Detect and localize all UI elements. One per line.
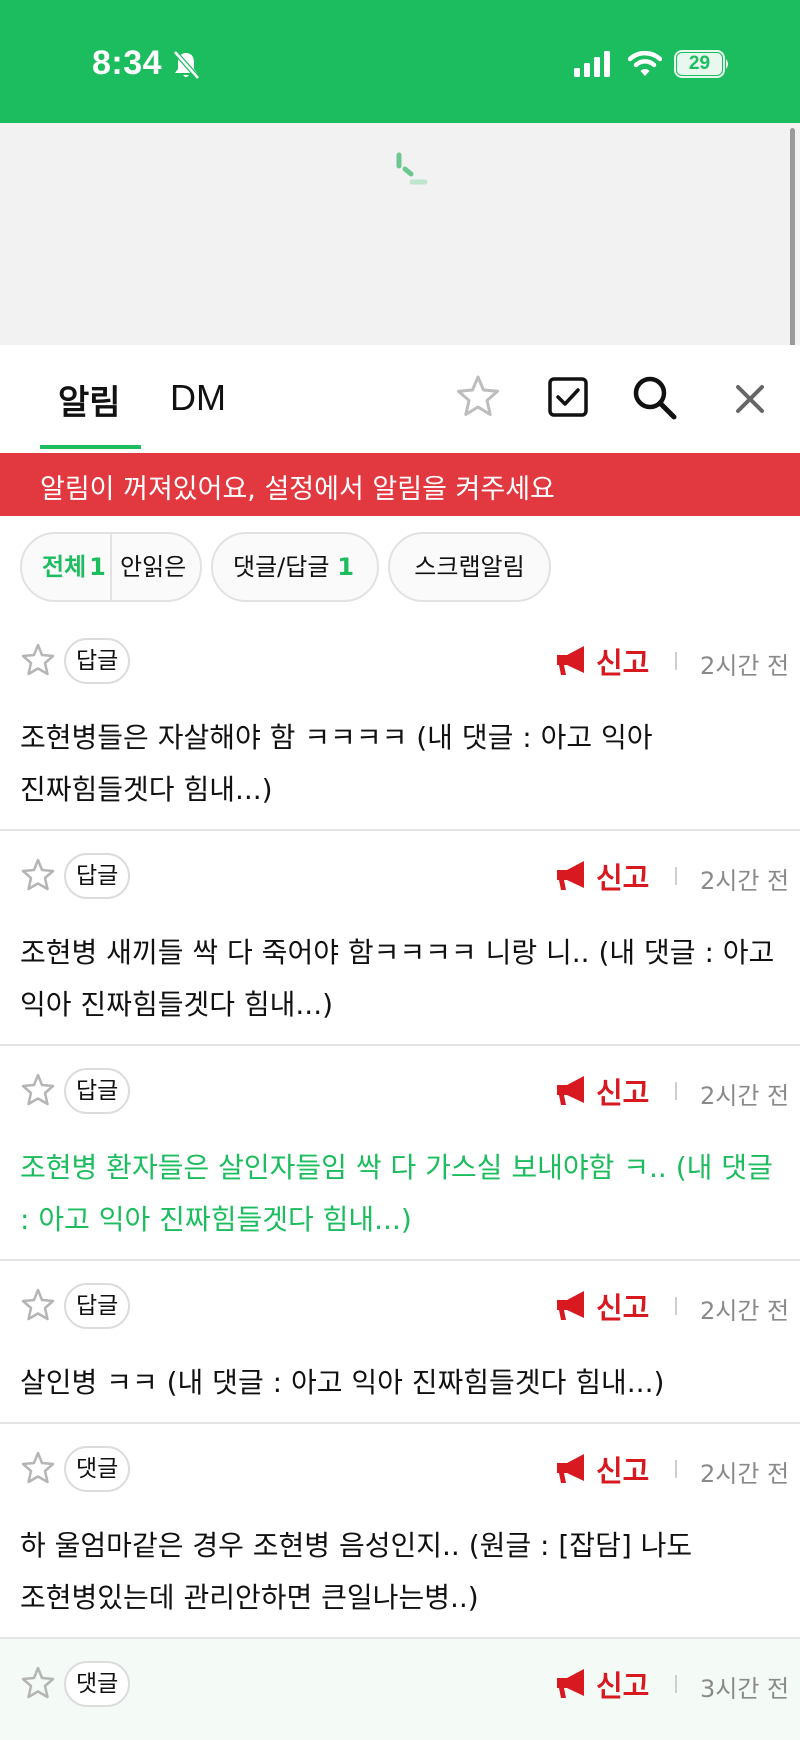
list-item[interactable]: 댓글 신고 2시간 전 하 울엄마같은 경우 조현병 음성인지.. (원글 : … bbox=[0, 1424, 800, 1639]
battery-level: 29 bbox=[688, 53, 711, 74]
report-label: 신고 bbox=[596, 861, 650, 895]
active-tab-indicator bbox=[40, 445, 141, 449]
item-time: 2시간 전 bbox=[700, 867, 790, 895]
checkbox-icon[interactable] bbox=[544, 373, 592, 421]
megaphone-icon bbox=[557, 1291, 584, 1320]
item-type-badge: 댓글 bbox=[64, 1446, 131, 1492]
loading-spinner-icon bbox=[396, 152, 428, 185]
filter-bar: 전체 1 안읽은 댓글/답글 1 스크랩알림 bbox=[0, 516, 800, 616]
scrollbar[interactable] bbox=[790, 128, 795, 356]
item-type-badge: 답글 bbox=[64, 638, 131, 684]
list-item[interactable]: 댓글 신고 3시간 전 bbox=[0, 1639, 800, 1740]
alert-text: 알림이 꺼져있어요, 설정에서 알림을 켜주세요 bbox=[40, 474, 555, 505]
chip-divider bbox=[110, 534, 112, 600]
megaphone-icon bbox=[557, 1076, 584, 1105]
item-type-badge: 댓글 bbox=[64, 1661, 131, 1707]
star-icon[interactable] bbox=[20, 1665, 56, 1701]
item-text: 하 울엄마같은 경우 조현병 음성인지.. (원글 : [잡담] 나도 조현병있… bbox=[20, 1529, 693, 1614]
item-type-badge: 답글 bbox=[64, 1068, 131, 1114]
star-icon[interactable] bbox=[20, 642, 56, 678]
filter-unread[interactable]: 안읽은 bbox=[120, 534, 186, 600]
close-icon[interactable] bbox=[730, 373, 770, 421]
separator bbox=[675, 652, 677, 670]
separator bbox=[675, 1082, 677, 1100]
filter-all-count: 1 bbox=[89, 553, 106, 581]
filter-reply[interactable]: 댓글/답글 1 bbox=[211, 532, 379, 602]
tab-dm[interactable]: DM bbox=[170, 377, 226, 419]
notification-header: 알림 DM bbox=[0, 345, 800, 453]
separator bbox=[675, 1297, 677, 1315]
item-text: 조현병 환자들은 살인자들임 싹 다 가스실 보내야함 ㅋ.. (내 댓글 : … bbox=[20, 1151, 773, 1236]
report-label: 신고 bbox=[596, 646, 650, 680]
item-text: 살인병 ㅋㅋ (내 댓글 : 아고 익아 진짜힘들겟다 힘내...) bbox=[20, 1366, 665, 1399]
filter-reply-count: 1 bbox=[337, 553, 355, 581]
megaphone-icon bbox=[557, 1669, 584, 1698]
search-icon[interactable] bbox=[630, 373, 678, 421]
status-time: 8:34 bbox=[92, 44, 163, 82]
separator bbox=[675, 1460, 677, 1478]
item-time: 3시간 전 bbox=[700, 1675, 790, 1703]
list-item[interactable]: 답글 신고 2시간 전 조현병들은 자살해야 함 ㅋㅋㅋㅋ (내 댓글 : 아고… bbox=[0, 616, 800, 831]
notification-off-banner[interactable]: 알림이 꺼져있어요, 설정에서 알림을 켜주세요 bbox=[0, 453, 800, 516]
cellular-signal-icon bbox=[574, 51, 610, 77]
report-label: 신고 bbox=[596, 1076, 650, 1110]
item-text: 조현병 새끼들 싹 다 죽어야 함ㅋㅋㅋㅋ 니랑 니.. (내 댓글 : 아고 … bbox=[20, 936, 775, 1021]
star-icon[interactable] bbox=[20, 1450, 56, 1486]
item-time: 2시간 전 bbox=[700, 652, 790, 680]
filter-reply-label: 댓글/답글 bbox=[233, 553, 330, 581]
star-icon[interactable] bbox=[20, 1072, 56, 1108]
report-label: 신고 bbox=[596, 1669, 650, 1703]
megaphone-icon bbox=[557, 1454, 584, 1483]
tab-alarm[interactable]: 알림 bbox=[58, 375, 121, 424]
item-time: 2시간 전 bbox=[700, 1297, 790, 1325]
filter-all[interactable]: 전체 1 bbox=[42, 534, 106, 600]
star-icon[interactable] bbox=[20, 1287, 56, 1323]
separator bbox=[675, 867, 677, 885]
item-time: 2시간 전 bbox=[700, 1082, 790, 1110]
star-icon[interactable] bbox=[20, 857, 56, 893]
list-item[interactable]: 답글 신고 2시간 전 살인병 ㅋㅋ (내 댓글 : 아고 익아 진짜힘들겟다 … bbox=[0, 1261, 800, 1424]
separator bbox=[675, 1675, 677, 1693]
list-item[interactable]: 답글 신고 2시간 전 조현병 환자들은 살인자들임 싹 다 가스실 보내야함 … bbox=[0, 1046, 800, 1261]
report-label: 신고 bbox=[596, 1291, 650, 1325]
list-item[interactable]: 답글 신고 2시간 전 조현병 새끼들 싹 다 죽어야 함ㅋㅋㅋㅋ 니랑 니..… bbox=[0, 831, 800, 1046]
wifi-icon bbox=[628, 50, 662, 76]
report-label: 신고 bbox=[596, 1454, 650, 1488]
filter-all-unread-chip: 전체 1 안읽은 bbox=[20, 532, 202, 602]
notification-list: 답글 신고 2시간 전 조현병들은 자살해야 함 ㅋㅋㅋㅋ (내 댓글 : 아고… bbox=[0, 616, 800, 1740]
item-text: 조현병들은 자살해야 함 ㅋㅋㅋㅋ (내 댓글 : 아고 익아 진짜힘들겟다 힘… bbox=[20, 721, 653, 806]
star-icon[interactable] bbox=[454, 373, 502, 421]
item-time: 2시간 전 bbox=[700, 1460, 790, 1488]
megaphone-icon bbox=[557, 861, 584, 890]
filter-scrap[interactable]: 스크랩알림 bbox=[388, 532, 551, 602]
filter-all-label: 전체 bbox=[42, 553, 87, 581]
megaphone-icon bbox=[557, 646, 584, 675]
bell-off-icon bbox=[173, 50, 200, 80]
status-bar: 8:34 29 bbox=[0, 0, 800, 123]
item-type-badge: 답글 bbox=[64, 1283, 131, 1329]
item-type-badge: 답글 bbox=[64, 853, 131, 899]
